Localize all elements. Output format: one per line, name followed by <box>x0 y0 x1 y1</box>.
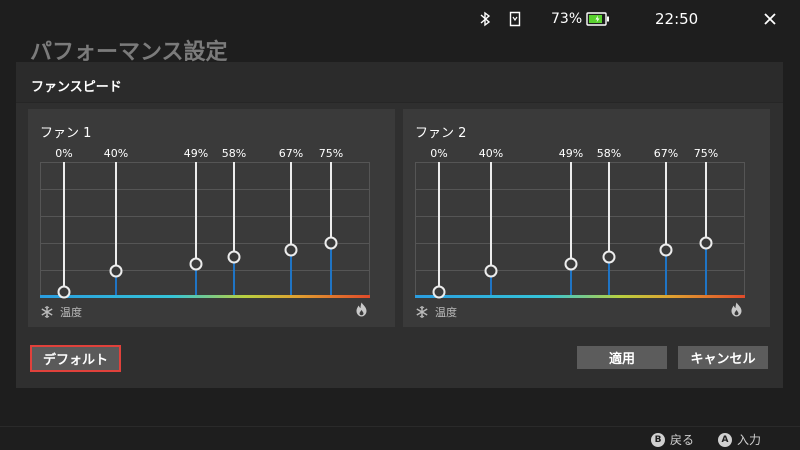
speed-fill <box>290 249 292 295</box>
fan-1-temp-axis: 温度 <box>40 304 82 320</box>
fan-1-title: ファン 1 <box>40 126 92 141</box>
speed-track <box>705 162 707 243</box>
speed-knob[interactable] <box>57 285 71 299</box>
speed-knob[interactable] <box>189 257 203 271</box>
snowflake-icon <box>41 306 53 318</box>
speed-knob[interactable] <box>432 285 446 299</box>
speed-label: 0% <box>55 147 73 160</box>
temperature-gradient <box>40 295 370 298</box>
default-button[interactable]: デフォルト <box>30 345 121 372</box>
b-button-icon: B <box>651 432 665 447</box>
back-label: 戻る <box>670 433 695 447</box>
speed-knob[interactable] <box>659 243 673 256</box>
bluetooth-icon <box>479 9 491 29</box>
apply-button[interactable]: 適用 <box>577 346 667 369</box>
temp-label: 温度 <box>435 306 457 319</box>
speed-track <box>570 162 572 265</box>
speed-knob[interactable] <box>564 257 578 271</box>
speed-track <box>195 162 197 265</box>
speed-fill <box>665 249 667 295</box>
fan-2-curve-chart[interactable] <box>415 162 745 299</box>
speed-label: 58% <box>596 147 622 160</box>
speed-knob[interactable] <box>699 236 713 250</box>
battery-percent: 73% <box>551 11 583 27</box>
speed-knob[interactable] <box>324 236 338 250</box>
speed-knob[interactable] <box>484 264 498 278</box>
speed-track <box>490 162 492 272</box>
fan-2-title: ファン 2 <box>415 126 467 141</box>
fan-2-panel: ファン 2 0% 40% 49% 58% 67% 75% 温度 <box>403 109 770 327</box>
clock: 22:50 <box>655 10 699 28</box>
speed-label: 75% <box>693 147 719 160</box>
sd-card-icon <box>509 9 521 29</box>
dialog-header: ファンスピード <box>16 62 783 103</box>
speed-label: 40% <box>103 147 129 160</box>
a-button-icon: A <box>718 432 732 447</box>
footer-divider <box>0 426 800 427</box>
snowflake-icon <box>416 306 428 318</box>
speed-track <box>608 162 610 257</box>
speed-label: 49% <box>183 147 209 160</box>
speed-knob[interactable] <box>602 250 616 264</box>
battery-icon <box>586 9 610 29</box>
speed-knob[interactable] <box>109 264 123 278</box>
speed-label: 49% <box>558 147 584 160</box>
fan-speed-dialog: ファンスピード ファン 1 0% 40% 49% 58% 67% 75% 温度 ファン 2… <box>16 62 783 388</box>
speed-track <box>63 162 65 292</box>
enter-label: 入力 <box>737 433 762 447</box>
speed-fill <box>330 243 332 295</box>
speed-track <box>438 162 440 292</box>
speed-label: 0% <box>430 147 448 160</box>
speed-track <box>665 162 667 250</box>
temperature-gradient <box>415 295 745 298</box>
speed-track <box>233 162 235 257</box>
speed-fill <box>705 243 707 295</box>
dialog-title: ファンスピード <box>31 80 122 95</box>
status-bar: 73% 22:50 <box>0 0 800 36</box>
fan-1-curve-chart[interactable] <box>40 162 370 299</box>
temp-label: 温度 <box>60 306 82 319</box>
close-icon[interactable] <box>764 9 776 29</box>
speed-label: 67% <box>278 147 304 160</box>
speed-label: 67% <box>653 147 679 160</box>
speed-track <box>330 162 332 243</box>
speed-label: 40% <box>478 147 504 160</box>
speed-knob[interactable] <box>284 243 298 256</box>
speed-label: 58% <box>221 147 247 160</box>
cancel-button[interactable]: キャンセル <box>678 346 768 369</box>
enter-hint[interactable]: A 入力 <box>718 431 761 448</box>
flame-icon <box>356 302 367 317</box>
flame-icon <box>731 302 742 317</box>
speed-knob[interactable] <box>227 250 241 264</box>
fan-1-panel: ファン 1 0% 40% 49% 58% 67% 75% 温度 <box>28 109 395 327</box>
speed-track <box>115 162 117 272</box>
speed-track <box>290 162 292 250</box>
fan-2-temp-axis: 温度 <box>415 304 457 320</box>
speed-label: 75% <box>318 147 344 160</box>
back-hint[interactable]: B 戻る <box>651 431 694 448</box>
